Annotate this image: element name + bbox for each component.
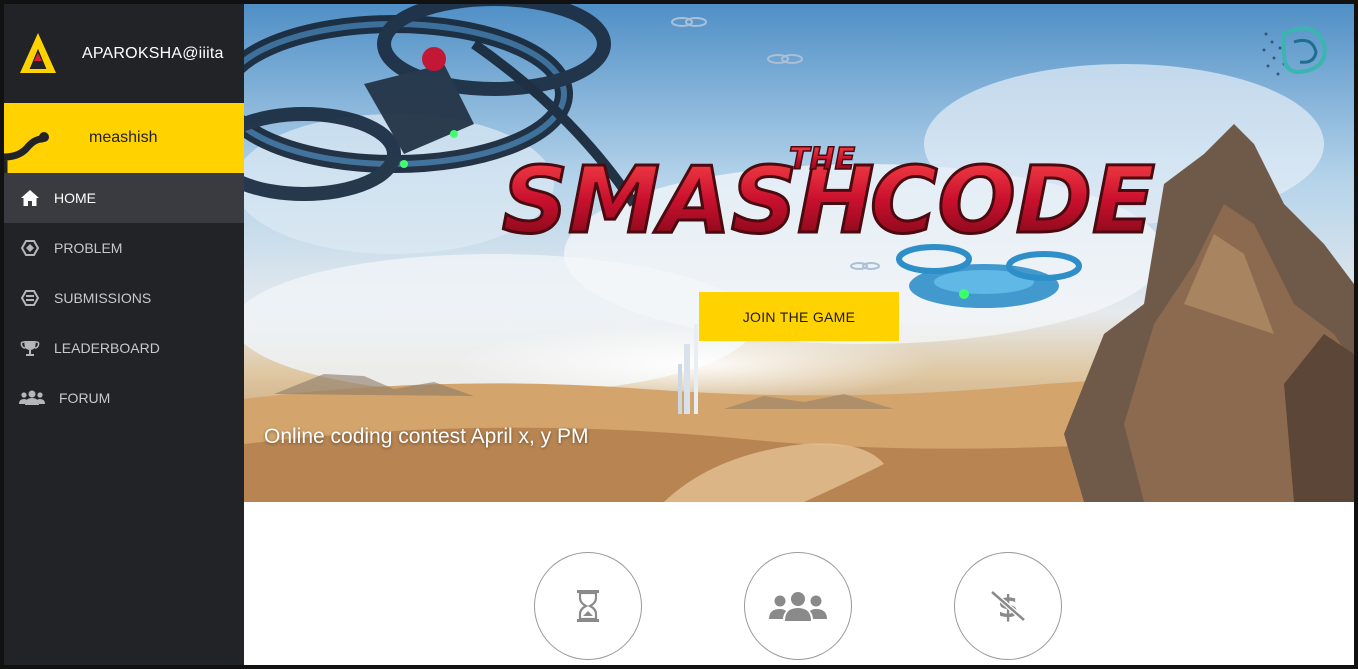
brand-name: APAROKSHA@iiita [82, 44, 224, 62]
sidebar-item-forum[interactable]: FORUM [4, 373, 244, 423]
sidebar-item-label: HOME [54, 190, 96, 206]
sidebar-item-home[interactable]: HOME [4, 173, 244, 223]
sidebar-item-label: SUBMISSIONS [54, 290, 152, 306]
feature-team[interactable] [744, 552, 852, 660]
brand-header[interactable]: APAROKSHA@iiita [4, 4, 244, 103]
aparoksha-logo-icon [20, 32, 56, 73]
team-icon [769, 592, 827, 621]
sidebar-item-label: PROBLEM [54, 240, 123, 256]
user-name: meashish [89, 129, 158, 146]
avatar [4, 132, 49, 173]
submissions-icon [19, 288, 41, 308]
sidebar-item-leaderboard[interactable]: LEADERBOARD [4, 323, 244, 373]
trophy-icon [19, 338, 41, 358]
user-profile[interactable]: meashish [4, 103, 244, 173]
home-icon [19, 188, 41, 208]
no-money-icon: $ [990, 590, 1026, 625]
join-game-button[interactable]: JOIN THE GAME [699, 292, 899, 341]
app-window: APAROKSHA@iiita meashish HOME PROBLEM SU… [0, 0, 1358, 669]
feature-time[interactable] [534, 552, 642, 660]
features-section: $ [244, 502, 1354, 665]
problem-icon [19, 238, 41, 258]
users-icon [19, 388, 45, 408]
sidebar: APAROKSHA@iiita meashish HOME PROBLEM SU… [4, 4, 244, 665]
sidebar-item-problem[interactable]: PROBLEM [4, 223, 244, 273]
hero-title-code: CODE [870, 147, 1155, 254]
sponsor-logo-icon [1262, 26, 1327, 76]
contest-tagline: Online coding contest April x, y PM [264, 425, 589, 448]
sidebar-item-label: LEADERBOARD [54, 340, 160, 356]
hero-banner: SMASH THE CODE JOIN THE GAME Online codi… [244, 4, 1354, 502]
hourglass-icon [577, 590, 599, 622]
hero-title-the: THE [789, 142, 856, 177]
sidebar-item-submissions[interactable]: SUBMISSIONS [4, 273, 244, 323]
feature-free[interactable]: $ [954, 552, 1062, 660]
sidebar-item-label: FORUM [59, 390, 111, 406]
